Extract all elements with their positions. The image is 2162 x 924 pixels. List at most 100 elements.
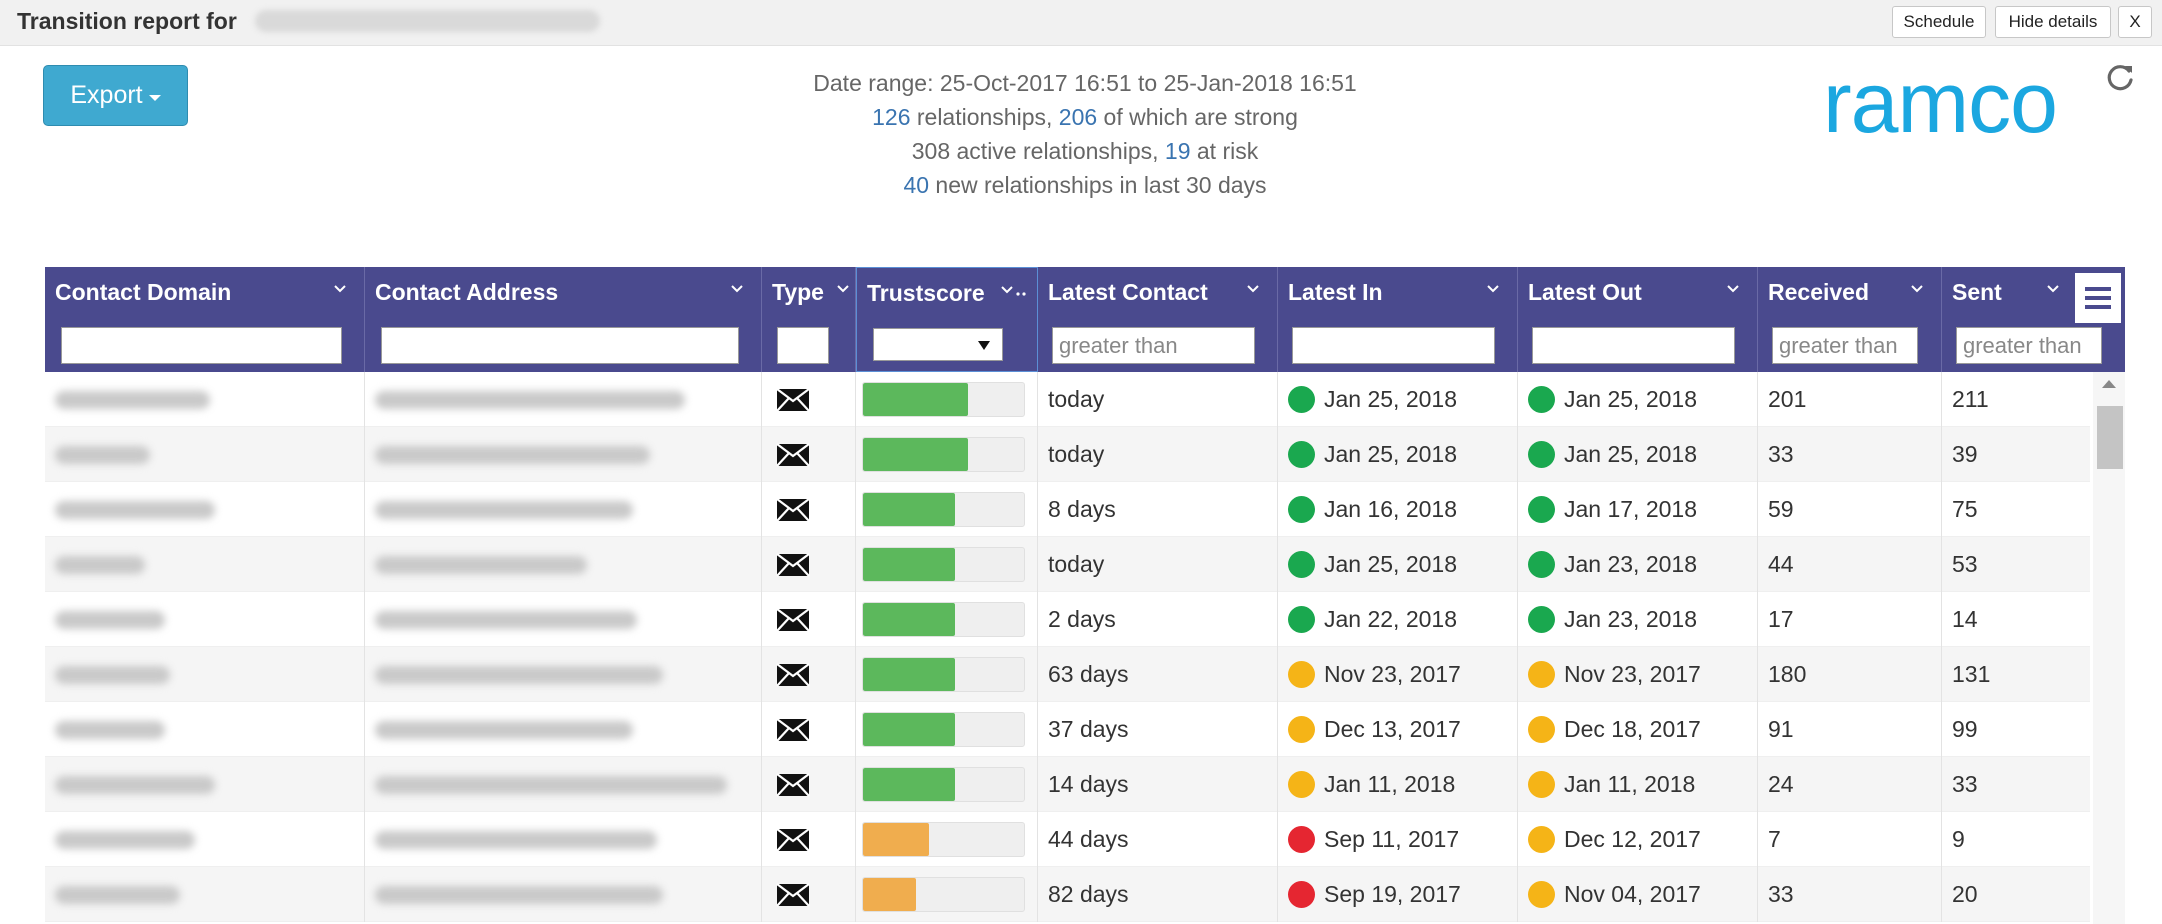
table-row[interactable]: 37 days Dec 13, 2017 Dec 18, 2017 91 99 (45, 702, 2090, 757)
column-menu-button[interactable] (2075, 273, 2121, 323)
filter-menu-icon[interactable] (1001, 284, 1027, 296)
filter-type[interactable] (777, 327, 829, 364)
status-dot-green (1528, 386, 1555, 413)
hide-details-button[interactable]: Hide details (1995, 6, 2111, 38)
trustscore-filter-select[interactable] (873, 328, 1003, 361)
redacted-domain (55, 830, 195, 849)
table-row[interactable]: 8 days Jan 16, 2018 Jan 17, 2018 59 75 (45, 482, 2090, 537)
column-contact-address[interactable]: Contact Address (365, 267, 762, 372)
column-latest-contact[interactable]: Latest Contact greater than (1038, 267, 1278, 372)
cell-type (762, 867, 856, 922)
redacted-email (255, 10, 600, 32)
cell-contact-domain (45, 867, 365, 922)
cell-trustscore (856, 757, 1038, 812)
date-value: Jan 23, 2018 (1564, 606, 1698, 632)
schedule-button[interactable]: Schedule (1892, 6, 1986, 38)
cell-trustscore (856, 537, 1038, 592)
chevron-down-icon[interactable] (1727, 283, 1739, 295)
cell-trustscore (856, 647, 1038, 702)
redacted-address (375, 555, 587, 574)
cell-latest-contact: 8 days (1038, 482, 1278, 537)
table-row[interactable]: today Jan 25, 2018 Jan 25, 2018 33 39 (45, 427, 2090, 482)
cell-latest-in: Jan 16, 2018 (1278, 482, 1518, 537)
trustscore-bar (862, 767, 1025, 802)
chevron-down-icon[interactable] (2047, 283, 2059, 295)
vertical-scrollbar[interactable] (2093, 372, 2125, 924)
table-row[interactable]: today Jan 25, 2018 Jan 23, 2018 44 53 (45, 537, 2090, 592)
column-contact-domain[interactable]: Contact Domain (45, 267, 365, 372)
table-row[interactable]: 2 days Jan 22, 2018 Jan 23, 2018 17 14 (45, 592, 2090, 647)
status-dot-green (1288, 551, 1315, 578)
cell-contact-address (365, 427, 762, 482)
active-text: 308 active relationships, (911, 138, 1165, 164)
chevron-down-icon[interactable] (731, 283, 743, 295)
filter-contact-domain[interactable] (61, 327, 342, 364)
cell-latest-out: Jan 23, 2018 (1518, 537, 1758, 592)
redacted-address (375, 720, 633, 739)
close-button[interactable]: X (2118, 6, 2152, 38)
filter-sent[interactable]: greater than (1956, 327, 2102, 364)
grid-header: Contact Domain Contact Address Type Trus… (45, 267, 2125, 372)
date-value: Jan 25, 2018 (1564, 386, 1698, 412)
cell-contact-domain (45, 702, 365, 757)
column-label: Trustscore (867, 280, 985, 306)
redacted-domain (55, 390, 210, 409)
export-button[interactable]: Export (43, 65, 188, 126)
column-trustscore[interactable]: Trustscore (856, 267, 1038, 372)
cell-received: 180 (1758, 647, 1942, 702)
column-received[interactable]: Received greater than (1758, 267, 1942, 372)
envelope-icon (776, 717, 810, 742)
cell-sent: 33 (1952, 771, 1978, 797)
filter-contact-address[interactable] (381, 327, 739, 364)
cell-type (762, 427, 856, 482)
status-dot-orange (1528, 716, 1555, 743)
cell-contact-domain (45, 537, 365, 592)
column-latest-in[interactable]: Latest In (1278, 267, 1518, 372)
cell-contact-address (365, 537, 762, 592)
filter-latest-contact[interactable]: greater than (1052, 327, 1255, 364)
cell-sent: 131 (1952, 661, 1991, 687)
cell-latest-contact: 37 days (1038, 702, 1278, 757)
status-dot-green (1288, 606, 1315, 633)
cell-received: 59 (1758, 482, 1942, 537)
scroll-thumb[interactable] (2097, 406, 2123, 469)
cell-type (762, 592, 856, 647)
trustscore-bar (862, 657, 1025, 692)
table-row[interactable]: 44 days Sep 11, 2017 Dec 12, 2017 7 9 (45, 812, 2090, 867)
report-summary: Date range: 25-Oct-2017 16:51 to 25-Jan-… (680, 66, 1490, 202)
chevron-down-icon[interactable] (837, 283, 849, 295)
chevron-down-icon[interactable] (1911, 283, 1923, 295)
cell-trustscore (856, 867, 1038, 922)
filter-received[interactable]: greater than (1772, 327, 1918, 364)
redacted-domain (55, 500, 215, 519)
column-latest-out[interactable]: Latest Out (1518, 267, 1758, 372)
date-value: Jan 22, 2018 (1324, 606, 1458, 632)
menu-line (2085, 287, 2111, 291)
chevron-down-icon[interactable] (1247, 283, 1259, 295)
strong-text: of which are strong (1097, 104, 1298, 130)
cell-latest-contact: 14 days (1038, 757, 1278, 812)
scroll-up-icon[interactable] (2102, 380, 2116, 388)
table-row[interactable]: 63 days Nov 23, 2017 Nov 23, 2017 180 131 (45, 647, 2090, 702)
filter-latest-in[interactable] (1292, 327, 1495, 364)
table-row[interactable]: 82 days Sep 19, 2017 Nov 04, 2017 33 20 (45, 867, 2090, 922)
redacted-address (375, 665, 663, 684)
chevron-down-icon[interactable] (1487, 283, 1499, 295)
table-row[interactable]: today Jan 25, 2018 Jan 25, 2018 201 211 (45, 372, 2090, 427)
new-text: new relationships in last 30 days (929, 172, 1267, 198)
cell-received: 44 (1758, 537, 1942, 592)
envelope-icon (776, 827, 810, 852)
status-dot-green (1288, 386, 1315, 413)
column-type[interactable]: Type (762, 267, 856, 372)
envelope-icon (776, 442, 810, 467)
cell-latest-contact: today (1038, 427, 1278, 482)
filter-latest-out[interactable] (1532, 327, 1735, 364)
date-value: Sep 19, 2017 (1324, 881, 1461, 907)
chevron-down-icon[interactable] (334, 283, 346, 295)
refresh-icon[interactable] (2104, 62, 2136, 94)
cell-latest-in: Jan 11, 2018 (1278, 757, 1518, 812)
cell-sent: 53 (1952, 551, 1978, 577)
column-label: Received (1768, 279, 1870, 305)
cell-received: 33 (1758, 427, 1942, 482)
table-row[interactable]: 14 days Jan 11, 2018 Jan 11, 2018 24 33 (45, 757, 2090, 812)
